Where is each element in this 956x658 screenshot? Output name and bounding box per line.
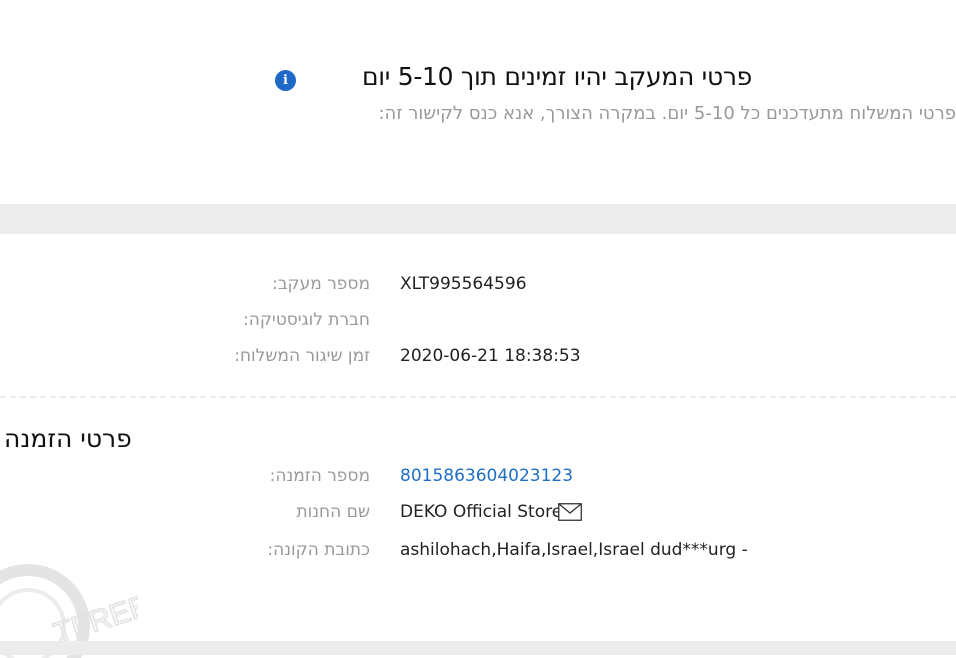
dashed-divider [0, 396, 956, 398]
order-details-title: פרטי הזמנה [4, 424, 132, 453]
info-icon: i [275, 70, 296, 91]
tracking-number-label: מספר מעקב: [272, 274, 370, 294]
tracking-notice-subtitle[interactable]: פרטי המשלוח מתעדכנים כל 5-10 יום. במקרה … [378, 103, 956, 124]
tracking-notice-title: פרטי המעקב יהיו זמינים תוך 5-10 יום [361, 62, 752, 91]
order-number-link[interactable]: 8015863604023123 [400, 466, 573, 486]
ship-time-label: זמן שיגור המשלוח: [234, 346, 370, 366]
buyer-address-value: ashilohach,Haifa,Israel,Israel dud***urg… [400, 540, 748, 560]
logistics-company-label: חברת לוגיסטיקה: [243, 310, 370, 330]
order-number-label: מספר הזמנה: [269, 466, 370, 486]
bottom-band [0, 641, 956, 655]
section-separator-band [0, 204, 956, 234]
tracking-number-value: XLT995564596 [400, 274, 527, 294]
store-name-value[interactable]: DEKO Official Store [400, 502, 562, 522]
buyer-address-label: כתובת הקונה: [267, 540, 370, 560]
ship-time-value: 2020-06-21 18:38:53 [400, 346, 581, 366]
mail-icon[interactable] [558, 503, 582, 521]
store-name-label: שם החנות [296, 502, 370, 522]
